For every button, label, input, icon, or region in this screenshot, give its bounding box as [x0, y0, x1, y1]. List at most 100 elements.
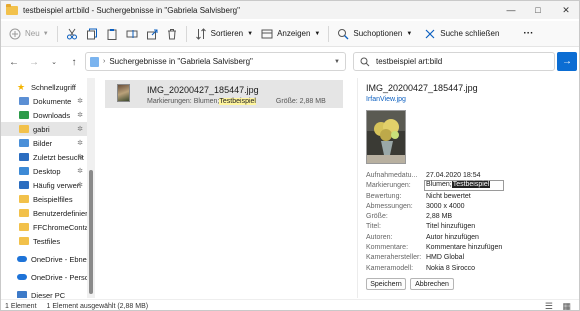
- sidebar-item[interactable]: Desktop ✲: [1, 164, 87, 178]
- address-path: Suchergebnisse in "Gabriela Salvisberg": [109, 57, 253, 66]
- property-row: Kameramodell: Nokia 8 Sirocco: [366, 265, 579, 275]
- pictures-icon: [19, 139, 29, 147]
- title-bar: testbeispiel art:bild - Suchergebnisse i…: [1, 1, 579, 19]
- property-row: Titel: Titel hinzufügen: [366, 223, 579, 233]
- paste-button[interactable]: [102, 23, 122, 45]
- property-row: Markierungen: Blumen;Testbeispiel: [366, 180, 579, 192]
- recent-icon: [19, 153, 29, 161]
- share-button[interactable]: [142, 23, 162, 45]
- sidebar-item[interactable]: Benutzerdefiniert: [1, 206, 87, 220]
- tags-edit-field[interactable]: Blumen;Testbeispiel: [424, 180, 504, 192]
- save-button[interactable]: Speichern: [366, 278, 406, 290]
- search-go-button[interactable]: →: [557, 52, 577, 71]
- sidebar-item[interactable]: gabri ✲: [1, 122, 87, 136]
- window-title: testbeispiel art:bild - Suchergebnisse i…: [23, 5, 240, 15]
- forward-button[interactable]: →: [25, 53, 43, 71]
- sidebar-item[interactable]: FFChromeContain: [1, 220, 87, 234]
- view-icon: [261, 28, 273, 40]
- divider: [185, 25, 187, 42]
- preview-image: [366, 110, 406, 164]
- delete-button[interactable]: [162, 23, 182, 45]
- search-options-button[interactable]: Suchoptionen ▼: [333, 23, 416, 45]
- close-icon: [424, 28, 436, 40]
- explorer-window: testbeispiel art:bild - Suchergebnisse i…: [0, 0, 580, 311]
- tiles-view-icon[interactable]: ▦: [562, 301, 571, 311]
- view-button[interactable]: Anzeigen ▼: [257, 23, 324, 45]
- close-button[interactable]: ✕: [553, 1, 579, 19]
- folder-icon: [19, 195, 29, 203]
- cut-button[interactable]: [62, 23, 82, 45]
- divider: [56, 25, 58, 42]
- property-value: 27.04.2020 18:54: [426, 172, 481, 179]
- sidebar-item[interactable]: Beispielfiles: [1, 192, 87, 206]
- command-bar: Neu ▼ Sortieren ▼ Anzeigen ▼ Suchoptione…: [1, 21, 579, 47]
- folder-icon: [6, 3, 18, 15]
- sidebar-item[interactable]: Häufig verwen ✲: [1, 178, 87, 192]
- details-view-icon[interactable]: ☰: [545, 301, 553, 311]
- property-value[interactable]: Titel hinzufügen: [426, 223, 475, 230]
- sidebar-item[interactable]: Dieser PC: [1, 288, 87, 298]
- chevron-down-icon[interactable]: ▼: [334, 59, 340, 65]
- search-query: testbeispiel art:bild: [376, 57, 443, 66]
- property-key: Größe:: [366, 213, 388, 221]
- sort-icon: [195, 27, 207, 40]
- sidebar-item[interactable]: OneDrive - Ebner M: [1, 252, 87, 266]
- downloads-icon: [19, 111, 29, 119]
- more-button[interactable]: ···: [519, 23, 537, 45]
- copy-button[interactable]: [82, 23, 102, 45]
- sidebar-item[interactable]: Bilder ✲: [1, 136, 87, 150]
- search-icon: [360, 57, 370, 67]
- property-key: Aufnahmedatu...: [366, 172, 418, 179]
- new-label: Neu: [25, 29, 40, 38]
- sidebar-item-label: gabri: [33, 124, 50, 134]
- sidebar-item[interactable]: OneDrive - Persona: [1, 270, 87, 284]
- up-button[interactable]: ↑: [65, 53, 83, 71]
- pc-icon: [17, 291, 27, 298]
- sidebar-scrollbar[interactable]: [87, 78, 95, 298]
- sidebar-item[interactable]: Testfiles: [1, 234, 87, 248]
- sidebar-item-label: Benutzerdefiniert: [33, 208, 87, 218]
- preview-app-link[interactable]: IrfanView.jpg: [366, 96, 406, 103]
- property-key: Abmessungen:: [366, 202, 413, 210]
- sidebar-item-label: Dieser PC: [31, 290, 66, 299]
- address-bar[interactable]: › Suchergebnisse in "Gabriela Salvisberg…: [85, 52, 346, 71]
- property-row: Kommentare: Kommentare hinzufügen: [366, 244, 579, 254]
- file-meta: Markierungen: Blumen;Testbeispiel Größe:…: [147, 98, 326, 105]
- pin-icon: ✲: [77, 140, 83, 147]
- pin-icon: ✲: [77, 154, 83, 161]
- maximize-button[interactable]: □: [525, 1, 551, 19]
- sidebar-item-label: Schnellzugriff: [31, 82, 76, 92]
- file-name: IMG_20200427_185447.jpg: [147, 85, 259, 95]
- property-row: Kamerahersteller: HMD Global: [366, 254, 579, 264]
- trash-icon: [166, 28, 178, 40]
- pin-icon: ✲: [77, 126, 83, 133]
- scrollbar-thumb[interactable]: [89, 170, 93, 294]
- status-bar: 1 Element 1 Element ausgewählt (2,88 MB)…: [1, 299, 579, 311]
- properties-list: Aufnahmedatu... 27.04.2020 18:54 Markierun…: [366, 172, 579, 275]
- property-value[interactable]: Autor hinzufügen: [426, 234, 479, 241]
- sidebar-item[interactable]: Downloads ✲: [1, 108, 87, 122]
- close-search-button[interactable]: Suche schließen: [420, 23, 503, 45]
- sidebar-item-label: Bilder: [33, 138, 53, 148]
- sidebar-item-label: Downloads: [33, 110, 71, 120]
- folder-icon: [19, 125, 29, 133]
- property-key: Titel:: [366, 223, 381, 231]
- view-label: Anzeigen: [277, 29, 311, 38]
- sidebar-item[interactable]: Dokumente ✲: [1, 94, 87, 108]
- sidebar-item[interactable]: Zuletzt besucht ✲: [1, 150, 87, 164]
- search-options-icon: [337, 28, 349, 40]
- back-button[interactable]: ←: [5, 53, 23, 71]
- recent-locations-icon[interactable]: ⌄: [45, 53, 63, 71]
- sidebar-item[interactable]: ★ Schnellzugriff: [1, 80, 87, 94]
- minimize-button[interactable]: —: [498, 1, 524, 19]
- sort-button[interactable]: Sortieren ▼: [191, 23, 257, 45]
- pin-icon: ✲: [77, 112, 83, 119]
- sort-label: Sortieren: [210, 29, 244, 38]
- cancel-button[interactable]: Abbrechen: [410, 278, 454, 290]
- rename-button[interactable]: [122, 23, 142, 45]
- frequent-icon: [19, 181, 29, 189]
- search-input[interactable]: testbeispiel art:bild: [353, 52, 555, 71]
- new-button[interactable]: Neu ▼: [5, 23, 53, 45]
- property-value[interactable]: Kommentare hinzufügen: [426, 244, 502, 251]
- list-item[interactable]: IMG_20200427_185447.jpg Markierungen: Bl…: [105, 80, 343, 108]
